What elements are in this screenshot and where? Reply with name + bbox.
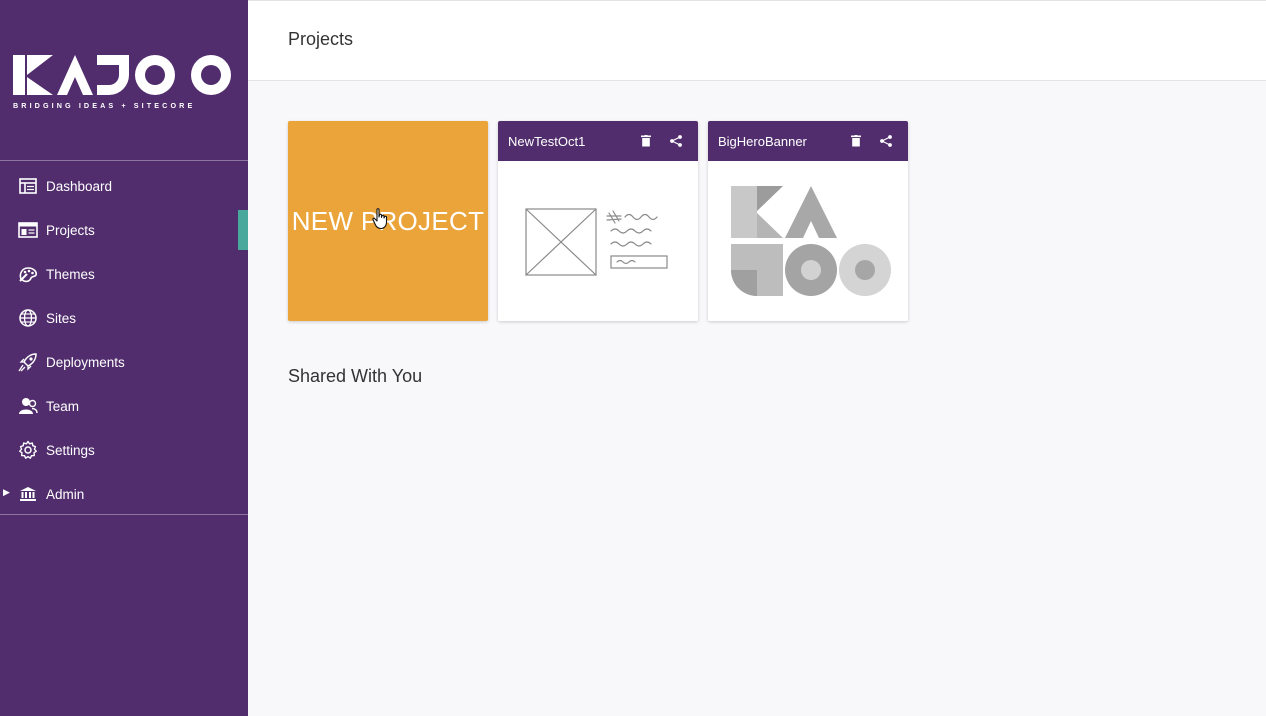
project-thumbnail[interactable]: [708, 161, 908, 321]
projects-icon: [18, 220, 38, 240]
kajoo-logo[interactable]: BRIDGING IDEAS + SITECORE: [13, 53, 235, 111]
share-icon[interactable]: [666, 131, 686, 151]
globe-icon: [18, 308, 38, 328]
shared-section-title: Shared With You: [288, 366, 423, 386]
dashboard-icon: [18, 176, 38, 196]
sidebar-item-label: Themes: [46, 266, 95, 282]
sidebar-nav: Dashboard Projects Themes Sites Deployme…: [0, 164, 248, 516]
wireframe-sketch-image: [525, 208, 668, 276]
logo-area: BRIDGING IDEAS + SITECORE: [0, 0, 248, 161]
bank-icon: [18, 484, 38, 504]
delete-icon[interactable]: [636, 131, 656, 151]
sidebar-item-projects[interactable]: Projects: [0, 208, 248, 252]
sidebar-item-label: Dashboard: [46, 178, 113, 194]
sidebar-item-label: Projects: [46, 222, 95, 238]
sidebar-item-settings[interactable]: Settings: [0, 428, 248, 472]
delete-icon[interactable]: [846, 131, 866, 151]
sidebar-item-label: Admin: [46, 486, 85, 502]
logo-tagline: BRIDGING IDEAS + SITECORE: [13, 101, 195, 110]
project-card-title[interactable]: NewTestOct1: [508, 134, 626, 149]
new-project-label: NEW PROJECT: [291, 205, 485, 236]
page-title: Projects: [288, 29, 354, 49]
caret-right-icon[interactable]: ▶: [3, 487, 10, 498]
rocket-icon: [18, 352, 38, 372]
project-card-title[interactable]: BigHeroBanner: [718, 134, 836, 149]
project-card[interactable]: NewTestOct1: [498, 121, 698, 321]
sidebar-item-themes[interactable]: Themes: [0, 252, 248, 296]
sidebar-item-label: Settings: [46, 442, 95, 458]
themes-icon: [18, 264, 38, 284]
new-project-button[interactable]: NEW PROJECT: [288, 121, 488, 321]
project-card-header: NewTestOct1: [498, 121, 698, 161]
sidebar-divider: [0, 514, 248, 515]
share-icon[interactable]: [876, 131, 896, 151]
project-card-header: BigHeroBanner: [708, 121, 908, 161]
sidebar: BRIDGING IDEAS + SITECORE Dashboard Proj…: [0, 0, 248, 716]
project-thumbnail[interactable]: [498, 161, 698, 321]
kajoo-logo-thumbnail: [731, 186, 891, 296]
sidebar-item-label: Deployments: [46, 354, 125, 370]
sidebar-item-admin[interactable]: ▶ Admin: [0, 472, 248, 516]
gear-icon: [18, 440, 38, 460]
sidebar-item-label: Sites: [46, 310, 77, 326]
sidebar-item-deployments[interactable]: Deployments: [0, 340, 248, 384]
sidebar-item-dashboard[interactable]: Dashboard: [0, 164, 248, 208]
sidebar-item-label: Team: [46, 398, 80, 414]
sidebar-item-sites[interactable]: Sites: [0, 296, 248, 340]
page-header: Projects: [248, 0, 1266, 81]
team-icon: [18, 396, 38, 416]
sidebar-item-team[interactable]: Team: [0, 384, 248, 428]
project-card[interactable]: BigHeroBanner: [708, 121, 908, 321]
